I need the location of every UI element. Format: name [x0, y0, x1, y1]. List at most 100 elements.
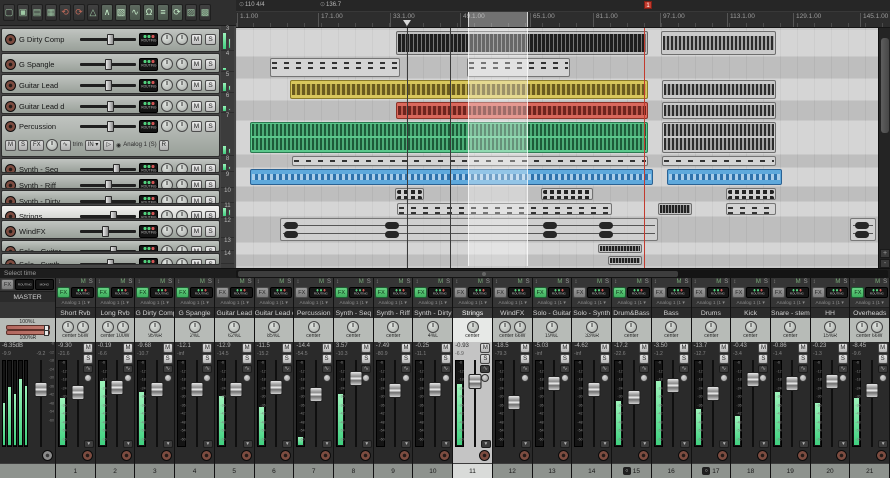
routing-button[interactable]: ROUTING [139, 58, 158, 71]
io-button[interactable]: ↕ [455, 278, 458, 286]
solo-button[interactable]: S [205, 121, 216, 132]
trim-knob[interactable] [46, 139, 58, 151]
pan-knob[interactable] [161, 100, 173, 112]
track-panel-windfx[interactable]: WindFXROUTINGMS [1, 220, 220, 239]
solo-button[interactable]: S [83, 354, 93, 364]
time-selection-overlay[interactable] [468, 28, 528, 266]
vertical-scrollbar-thumb[interactable] [881, 38, 889, 133]
lock-toggle-icon[interactable]: ▨ [185, 4, 197, 21]
arrange-view[interactable] [236, 28, 878, 268]
record-arm-button[interactable] [5, 121, 16, 132]
fx-button[interactable]: FX [414, 287, 427, 298]
mixer-strip-guitar-lead[interactable]: ↕MSFXROUTINGAnalog 1 (1 ▾Guitar Lead62%L… [215, 278, 255, 478]
fx-button[interactable]: FX [256, 287, 269, 298]
slider-thumb[interactable] [105, 180, 112, 190]
send-knob[interactable] [203, 374, 211, 382]
fx-button[interactable]: FX [772, 287, 785, 298]
mute-button[interactable]: M [282, 343, 292, 353]
fx-button[interactable]: FX [653, 287, 666, 298]
mini-mute[interactable]: M [279, 279, 284, 285]
fader-thumb[interactable] [707, 386, 720, 401]
phase-button[interactable]: ∿ [163, 365, 173, 373]
clip-windfx[interactable] [850, 218, 876, 241]
send-knob[interactable] [243, 374, 251, 382]
record-arm-button[interactable] [320, 450, 331, 461]
master-knob[interactable] [42, 450, 53, 461]
record-arm-button[interactable] [797, 450, 808, 461]
mute-button[interactable]: M [441, 343, 451, 353]
clip-strings[interactable] [658, 203, 692, 215]
mixer-strip-kick[interactable]: ↕MSFXROUTINGAnalog 1 (1 ▾Kickcenter-0.43… [731, 278, 771, 478]
track-volume-slider[interactable] [80, 226, 136, 237]
pan-knob[interactable] [62, 321, 74, 333]
mute-button[interactable]: M [401, 343, 411, 353]
mute-button[interactable]: M [163, 343, 173, 353]
mute-button[interactable]: M [83, 343, 93, 353]
mini-solo[interactable]: S [764, 279, 768, 285]
track-volume-slider[interactable] [80, 196, 136, 205]
phase-button[interactable]: ∿ [361, 365, 371, 373]
phase-button[interactable]: ∿ [242, 365, 252, 373]
record-mode-button[interactable]: R [159, 140, 169, 151]
solo-button[interactable]: S [322, 354, 332, 364]
fx-button[interactable]: FX [494, 287, 507, 298]
width-knob[interactable] [176, 33, 188, 45]
mini-solo[interactable]: S [208, 279, 212, 285]
input-arrow-button[interactable]: ▾ [123, 440, 133, 448]
solo-button[interactable]: S [205, 259, 216, 266]
routing-button[interactable]: ROUTING [139, 163, 158, 174]
input-selector[interactable]: Analog 1 (1 ▾ [771, 299, 810, 308]
routing-button[interactable]: ROUTING [309, 287, 332, 298]
solo-button[interactable]: S [205, 101, 216, 112]
routing-button[interactable]: ROUTING [428, 287, 451, 298]
io-button[interactable]: ↕ [654, 278, 657, 286]
width-knob[interactable] [176, 210, 188, 219]
routing-button[interactable]: ROUTING [15, 279, 34, 290]
io-button[interactable]: ↕ [296, 278, 299, 286]
slider-thumb[interactable] [44, 330, 49, 336]
input-arrow-button[interactable]: ▾ [322, 440, 332, 448]
mini-mute[interactable]: M [319, 279, 324, 285]
solo-button[interactable]: S [205, 180, 216, 190]
record-arm-button[interactable] [201, 450, 212, 461]
fader-thumb[interactable] [389, 383, 402, 398]
input-arrow-button[interactable]: ▾ [521, 440, 531, 448]
width-knob[interactable] [176, 120, 188, 132]
mute-button[interactable]: M [798, 343, 808, 353]
mute-button[interactable]: M [191, 226, 202, 237]
clip-synth-seq[interactable] [662, 156, 776, 166]
pan-knob[interactable] [347, 321, 359, 333]
routing-button[interactable]: ROUTING [139, 210, 158, 220]
pan-knob[interactable] [161, 79, 173, 91]
fx-button[interactable]: FX [573, 287, 586, 298]
send-knob[interactable] [442, 374, 450, 382]
mini-solo[interactable]: S [843, 279, 847, 285]
pan-knob[interactable] [161, 258, 173, 265]
routing-button[interactable]: ROUTING [190, 287, 213, 298]
slider-thumb[interactable] [107, 121, 114, 132]
record-arm-button[interactable] [5, 80, 16, 91]
width-knob[interactable] [117, 321, 129, 333]
record-arm-button[interactable] [479, 450, 490, 461]
io-button[interactable]: ↕ [415, 278, 418, 286]
input-selector[interactable]: Analog 1 (1 ▾ [215, 299, 254, 308]
solo-button[interactable]: S [600, 354, 610, 364]
mute-button[interactable]: M [322, 343, 332, 353]
io-button[interactable]: ↕ [98, 278, 101, 286]
routing-button[interactable]: ROUTING [230, 287, 253, 298]
mini-mute[interactable]: M [438, 279, 443, 285]
io-button[interactable]: ↕ [852, 278, 855, 286]
mixer-strip-g-dirty-comp[interactable]: ↕MSFXROUTINGAnalog 1 (1 ▾G Dirty Comp95%… [135, 278, 175, 478]
io-button[interactable]: ↕ [694, 278, 697, 286]
mute-button[interactable]: M [191, 34, 202, 45]
phase-button[interactable]: ∿ [282, 365, 292, 373]
fx-button[interactable]: FX [534, 287, 547, 298]
phase-button[interactable]: ∿ [878, 365, 888, 373]
record-arm-button[interactable] [280, 450, 291, 461]
fader-thumb[interactable] [230, 382, 243, 397]
width-knob[interactable] [176, 245, 188, 252]
fader-thumb[interactable] [111, 380, 124, 395]
tempo-marker[interactable]: ⊙110 4/4 [239, 1, 265, 8]
fx-button[interactable]: FX [57, 287, 70, 298]
mixer-strip-hh[interactable]: ↕MSFXROUTINGAnalog 1 (1 ▾HH15%R-0.23-1.3… [811, 278, 851, 478]
